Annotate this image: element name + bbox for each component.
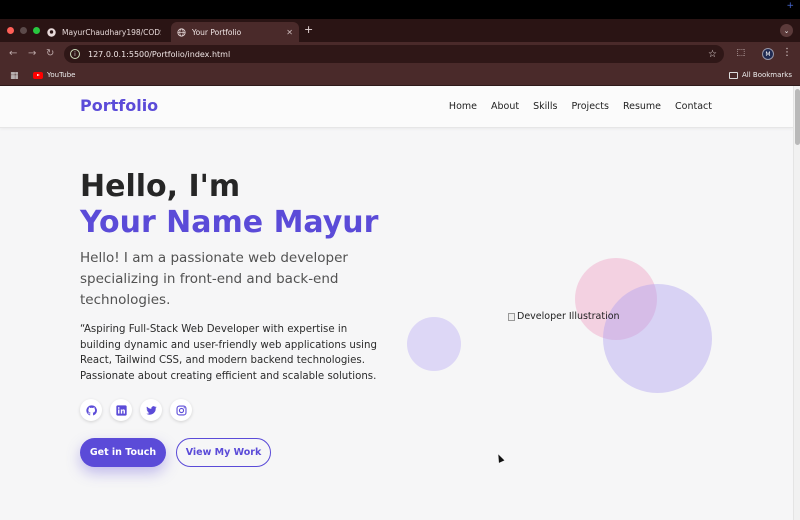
broken-image-icon <box>508 312 515 321</box>
extensions-icon[interactable]: ⬚ <box>736 48 745 58</box>
tab-github[interactable]: MayurChaudhary198/CODSO <box>41 22 167 42</box>
nav-link-projects[interactable]: Projects <box>571 101 608 112</box>
instagram-icon <box>175 404 187 416</box>
mouse-cursor <box>495 453 505 463</box>
plus-icon: + <box>786 1 794 11</box>
window-controls <box>7 27 40 34</box>
tab-search-button[interactable]: ⌄ <box>780 24 793 37</box>
nav-link-skills[interactable]: Skills <box>533 101 557 112</box>
hero-heading: Hello, I'm Your Name Mayur <box>80 169 378 241</box>
view-my-work-button[interactable]: View My Work <box>176 438 271 467</box>
hero-subtitle: Hello! I am a passionate web developer s… <box>80 250 348 308</box>
reload-icon[interactable]: ↻ <box>46 48 54 59</box>
all-bookmarks-button[interactable]: All Bookmarks <box>728 71 792 79</box>
bookmark-label: YouTube <box>47 71 76 79</box>
twitter-link[interactable] <box>140 399 162 421</box>
tab-title: MayurChaudhary198/CODSO <box>62 27 161 37</box>
nav-link-resume[interactable]: Resume <box>623 101 661 112</box>
hero-quote: “Aspiring Full-Stack Web Developer with … <box>80 324 377 382</box>
linkedin-icon <box>115 404 127 416</box>
github-icon <box>85 404 97 415</box>
hero-greeting: Hello, I'm <box>80 169 241 204</box>
globe-icon <box>177 27 186 37</box>
browser-toolbar: ← → ↻ i 127.0.0.1:5500/Portfolio/index.h… <box>0 42 800 66</box>
site-brand[interactable]: Portfolio <box>80 96 158 115</box>
github-link[interactable] <box>80 399 102 421</box>
maximize-window-button[interactable] <box>33 27 40 34</box>
developer-illustration: Developer Illustration <box>508 311 620 322</box>
close-tab-icon[interactable]: ✕ <box>286 28 293 37</box>
site-navbar: Portfolio Home About Skills Projects Res… <box>0 86 793 128</box>
nav-link-about[interactable]: About <box>491 101 519 112</box>
youtube-icon <box>33 71 43 79</box>
apps-grid-icon[interactable]: ▦ <box>10 71 19 81</box>
address-bar[interactable]: i 127.0.0.1:5500/Portfolio/index.html ☆ <box>64 45 724 63</box>
decorative-blob <box>407 317 461 371</box>
os-top-strip: + <box>0 0 800 19</box>
forward-arrow-icon[interactable]: → <box>28 48 36 59</box>
profile-avatar[interactable]: M <box>762 48 774 60</box>
tab-portfolio[interactable]: Your Portfolio ✕ <box>171 22 299 42</box>
all-bookmarks-label: All Bookmarks <box>741 71 792 79</box>
bookmark-youtube[interactable]: YouTube <box>33 71 75 79</box>
tab-title: Your Portfolio <box>192 27 242 37</box>
site-info-icon[interactable]: i <box>70 49 80 59</box>
get-in-touch-button[interactable]: Get in Touch <box>80 438 166 467</box>
decorative-blob <box>603 284 712 393</box>
nav-link-contact[interactable]: Contact <box>675 101 712 112</box>
illustration-alt-text: Developer Illustration <box>517 311 620 322</box>
folder-icon <box>728 71 738 79</box>
back-arrow-icon[interactable]: ← <box>9 48 17 59</box>
minimize-window-button[interactable] <box>20 27 27 34</box>
new-tab-button[interactable]: + <box>304 23 313 36</box>
twitter-icon <box>145 405 157 415</box>
github-icon <box>47 27 56 37</box>
page-scrollbar[interactable] <box>793 86 800 520</box>
url-text: 127.0.0.1:5500/Portfolio/index.html <box>88 49 231 59</box>
bookmark-star-icon[interactable]: ☆ <box>708 49 717 60</box>
linkedin-link[interactable] <box>110 399 132 421</box>
browser-menu-icon[interactable]: ⋮ <box>782 47 792 58</box>
scrollbar-thumb[interactable] <box>795 89 800 145</box>
close-window-button[interactable] <box>7 27 14 34</box>
browser-tab-bar: MayurChaudhary198/CODSO Your Portfolio ✕… <box>0 19 800 42</box>
instagram-link[interactable] <box>170 399 192 421</box>
hero-name: Your Name Mayur <box>80 205 379 240</box>
web-page: Portfolio Home About Skills Projects Res… <box>0 86 793 520</box>
bookmarks-bar: ▦ YouTube All Bookmarks <box>0 66 800 86</box>
nav-link-home[interactable]: Home <box>449 101 477 112</box>
social-links <box>80 399 192 421</box>
site-menu: Home About Skills Projects Resume Contac… <box>449 101 712 112</box>
